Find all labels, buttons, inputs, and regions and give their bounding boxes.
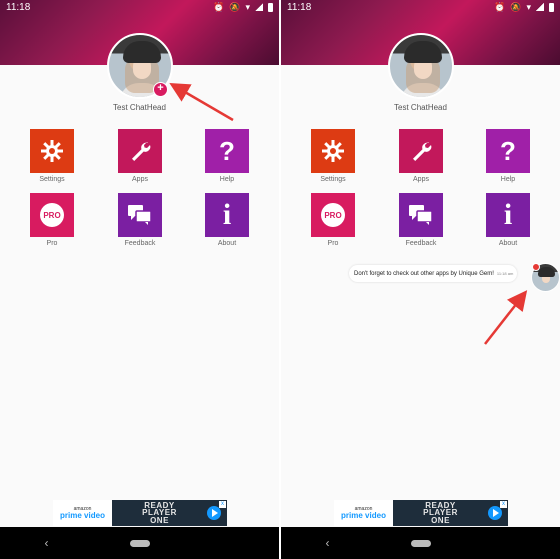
signal-icon	[255, 3, 263, 11]
wrench-icon	[413, 142, 432, 161]
apps-label: Apps	[413, 176, 429, 183]
pro-label: Pro	[46, 240, 58, 247]
ad-brand: amazon prime video	[341, 505, 386, 520]
home-button[interactable]	[129, 539, 150, 547]
settings-button[interactable]	[30, 129, 74, 173]
help-button[interactable]: ?	[486, 129, 530, 173]
gear-icon	[322, 140, 344, 162]
mute-icon: 🔕	[510, 1, 522, 12]
alarm-icon: ⏰	[494, 1, 506, 12]
home-button[interactable]	[410, 539, 431, 547]
settings-button[interactable]	[311, 129, 355, 173]
chathead-message-bubble[interactable]: Don't forget to check out other apps by …	[349, 265, 517, 282]
ad-title: READY PLAYER ONE	[142, 500, 177, 525]
help-button[interactable]: ?	[205, 129, 249, 173]
info-icon: i	[503, 198, 513, 231]
info-icon: i	[222, 198, 232, 231]
chathead-message: Don't forget to check out other apps by …	[354, 270, 494, 277]
back-icon[interactable]: ‹	[37, 536, 57, 550]
apps-button[interactable]	[118, 129, 162, 173]
settings-label: Settings	[39, 176, 65, 183]
about-button[interactable]: i	[205, 193, 249, 237]
profile-name: Test ChatHead	[113, 103, 166, 112]
wifi-icon: ▾	[526, 1, 531, 12]
about-label: About	[498, 240, 518, 247]
battery-icon	[268, 2, 273, 12]
status-icons: ⏰ 🔕 ▾	[494, 2, 554, 13]
pro-button[interactable]: PRO	[311, 193, 355, 237]
pro-icon: PRO	[321, 203, 345, 227]
status-time: 11:18	[287, 1, 312, 13]
pro-icon: PRO	[40, 203, 64, 227]
profile-avatar[interactable]	[388, 33, 454, 99]
feedback-label: Feedback	[124, 240, 156, 247]
feedback-button[interactable]	[399, 193, 443, 237]
add-photo-icon[interactable]: +	[153, 82, 168, 97]
signal-icon	[536, 3, 544, 11]
question-icon: ?	[219, 135, 235, 166]
status-bar: 11:18 ⏰ 🔕 ▾	[281, 0, 560, 14]
battery-icon	[549, 2, 554, 12]
profile-name: Test ChatHead	[394, 103, 447, 112]
ad-close-icon[interactable]: x	[219, 501, 226, 508]
status-icons: ⏰ 🔕 ▾	[213, 2, 273, 13]
play-icon[interactable]	[207, 506, 221, 520]
alarm-icon: ⏰	[213, 1, 225, 12]
status-bar: 11:18 ⏰ 🔕 ▾	[0, 0, 279, 14]
chat-bubbles-icon	[409, 205, 433, 225]
ad-banner[interactable]: amazon prime video READY PLAYER ONE x	[334, 500, 508, 526]
help-label: Help	[219, 176, 235, 183]
feedback-button[interactable]	[118, 193, 162, 237]
chat-bubbles-icon	[128, 205, 152, 225]
apps-label: Apps	[132, 176, 148, 183]
wrench-icon	[132, 142, 151, 161]
about-label: About	[217, 240, 237, 247]
about-button[interactable]: i	[486, 193, 530, 237]
ad-title: READY PLAYER ONE	[423, 500, 458, 525]
settings-label: Settings	[320, 176, 346, 183]
ad-close-icon[interactable]: x	[500, 501, 507, 508]
wifi-icon: ▾	[245, 1, 250, 12]
nav-bar: ‹	[0, 527, 279, 559]
gear-icon	[41, 140, 63, 162]
apps-button[interactable]	[399, 129, 443, 173]
ad-banner[interactable]: amazon prime video READY PLAYER ONE x	[53, 500, 227, 526]
back-icon[interactable]: ‹	[318, 536, 338, 550]
nav-bar: ‹	[281, 527, 560, 559]
ad-brand: amazon prime video	[60, 505, 105, 520]
notification-badge	[532, 263, 540, 271]
pro-button[interactable]: PRO	[30, 193, 74, 237]
status-time: 11:18	[6, 1, 31, 13]
help-label: Help	[500, 176, 516, 183]
screen-left: 11:18 ⏰ 🔕 ▾ + Test ChatHead Settings App…	[0, 0, 279, 559]
feedback-label: Feedback	[405, 240, 437, 247]
screen-right: 11:18 ⏰ 🔕 ▾ Test ChatHead Settings Apps …	[281, 0, 560, 559]
play-icon[interactable]	[488, 506, 502, 520]
mute-icon: 🔕	[229, 1, 241, 12]
chathead-time: 11:18 am	[496, 271, 514, 276]
pro-label: Pro	[327, 240, 339, 247]
question-icon: ?	[500, 135, 516, 166]
